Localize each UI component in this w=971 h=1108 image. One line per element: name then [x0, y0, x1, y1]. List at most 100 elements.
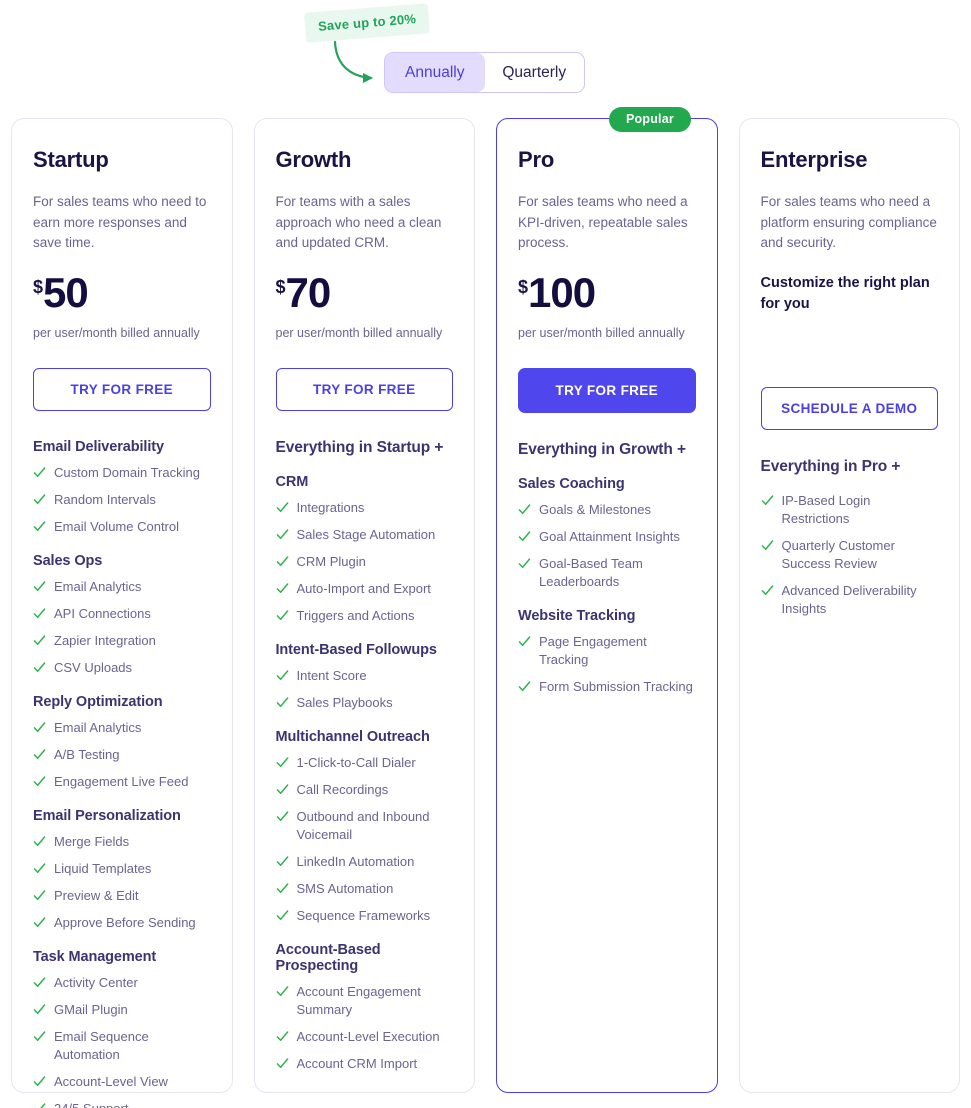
feature-list: 1-Click-to-Call Dialer Call Recordings O…	[276, 754, 454, 925]
check-icon	[33, 467, 46, 477]
check-icon	[276, 528, 289, 543]
feature-item: Zapier Integration	[33, 632, 211, 650]
feature-item: 24/5 Support	[33, 1100, 211, 1108]
feature-list: Goals & Milestones Goal Attainment Insig…	[518, 501, 696, 591]
feature-label: Account-Level View	[54, 1074, 168, 1089]
check-icon	[276, 909, 289, 924]
feature-label: API Connections	[54, 606, 151, 621]
check-icon	[33, 889, 46, 904]
feature-label: Sales Playbooks	[296, 695, 393, 710]
feature-item: Goals & Milestones	[518, 501, 696, 519]
feature-label: Integrations	[296, 500, 365, 515]
check-icon	[33, 976, 46, 991]
feature-label: Random Intervals	[54, 492, 156, 507]
plan-name: Growth	[275, 147, 352, 172]
check-icon	[276, 555, 289, 570]
feature-item: Account Engagement Summary	[276, 983, 454, 1019]
check-icon	[276, 783, 289, 798]
feature-list: Page Engagement Tracking Form Submission…	[518, 633, 696, 696]
check-icon	[33, 1003, 46, 1018]
feature-item: CSV Uploads	[33, 659, 211, 677]
feature-item: Goal Attainment Insights	[518, 528, 696, 546]
check-icon	[33, 977, 46, 987]
feature-group: Reply Optimization Email Analytics A/B T…	[33, 694, 211, 791]
feature-group-title: Sales Ops	[33, 553, 103, 569]
feature-group-title: Website Tracking	[518, 608, 636, 624]
feature-label: CRM Plugin	[296, 554, 366, 569]
feature-group: Account-Based Prospecting Account Engage…	[276, 942, 454, 1073]
feature-group: Task Management Activity Center GMail Pl…	[33, 949, 211, 1108]
feature-group-title: Task Management	[33, 949, 157, 965]
cta-pro[interactable]: TRY FOR FREE	[518, 368, 696, 413]
check-icon	[276, 670, 288, 680]
feature-group-title: Reply Optimization	[33, 694, 163, 710]
check-icon	[276, 986, 288, 996]
toggle-quarterly[interactable]: Quarterly	[485, 53, 585, 92]
feature-item: Triggers and Actions	[276, 607, 454, 625]
feature-item: Random Intervals	[33, 491, 211, 509]
plan-inherit-label: Everything in Growth +	[518, 441, 686, 458]
feature-item: Engagement Live Feed	[33, 773, 211, 791]
check-icon	[518, 681, 531, 691]
check-icon	[33, 1004, 46, 1014]
check-icon	[276, 610, 288, 620]
pricing-page: Save up to 20% Annually Quarterly Startu…	[0, 0, 971, 1108]
feature-item: Goal-Based Team Leaderboards	[518, 555, 696, 591]
check-icon	[761, 495, 773, 505]
feature-label: Triggers and Actions	[296, 608, 415, 623]
feature-item: Email Sequence Automation	[33, 1028, 211, 1064]
feature-label: 1-Click-to-Call Dialer	[296, 755, 416, 770]
check-icon	[33, 521, 46, 531]
feature-group: IP-Based Login Restrictions Quarterly Cu…	[761, 492, 939, 618]
check-icon	[761, 585, 773, 595]
check-icon	[276, 910, 288, 920]
check-icon	[33, 862, 46, 877]
feature-group-title: Multichannel Outreach	[275, 729, 430, 745]
check-icon	[276, 529, 288, 539]
feature-item: Account-Level Execution	[276, 1028, 454, 1046]
plan-name: Enterprise	[760, 147, 868, 172]
feature-item: Activity Center	[33, 974, 211, 992]
feature-label: Goals & Milestones	[539, 502, 651, 517]
check-icon	[276, 582, 289, 597]
feature-label: Advanced Deliverability Insights	[781, 583, 917, 616]
cta-growth[interactable]: TRY FOR FREE	[275, 368, 453, 411]
feature-label: Account Engagement Summary	[296, 984, 421, 1017]
check-icon	[276, 810, 289, 825]
billing-period-toggle[interactable]: Annually Quarterly	[384, 52, 585, 93]
feature-item: Email Analytics	[33, 578, 211, 596]
feature-item: SMS Automation	[276, 880, 454, 898]
feature-label: Liquid Templates	[54, 861, 152, 876]
feature-label: Merge Fields	[54, 834, 130, 849]
feature-item: IP-Based Login Restrictions	[761, 492, 939, 528]
feature-group-title: Intent-Based Followups	[275, 642, 437, 658]
feature-group-title: Sales Coaching	[518, 476, 625, 492]
feature-group: CRM Integrations Sales Stage Automation …	[276, 474, 454, 625]
price-note: per user/month billed annually	[518, 326, 685, 340]
toggle-annually[interactable]: Annually	[385, 53, 485, 92]
feature-label: Custom Domain Tracking	[54, 465, 200, 480]
check-icon	[518, 557, 531, 572]
check-icon	[276, 784, 288, 794]
feature-list: Merge Fields Liquid Templates Preview & …	[33, 833, 211, 932]
feature-item: Advanced Deliverability Insights	[761, 582, 939, 618]
feature-item: 1-Click-to-Call Dialer	[276, 754, 454, 772]
check-icon	[761, 494, 774, 509]
check-icon	[33, 835, 46, 850]
check-icon	[276, 855, 289, 870]
check-icon	[276, 882, 289, 897]
pricing-card-pro: Popular Pro For sales teams who need a KPI…	[496, 107, 718, 1093]
feature-list: Activity Center GMail Plugin Email Seque…	[33, 974, 211, 1108]
feature-label: Call Recordings	[296, 782, 389, 797]
check-icon	[276, 856, 288, 866]
cta-startup[interactable]: TRY FOR FREE	[33, 368, 211, 411]
feature-label: SMS Automation	[296, 881, 394, 896]
check-icon	[276, 669, 289, 684]
check-icon	[276, 556, 288, 566]
check-icon	[276, 1030, 289, 1045]
cta-enterprise[interactable]: SCHEDULE A DEMO	[760, 387, 938, 430]
feature-list: Account Engagement Summary Account-Level…	[276, 983, 454, 1073]
feature-label: Sequence Frameworks	[296, 908, 431, 923]
check-icon	[33, 520, 46, 535]
popular-badge: Popular	[609, 107, 691, 132]
